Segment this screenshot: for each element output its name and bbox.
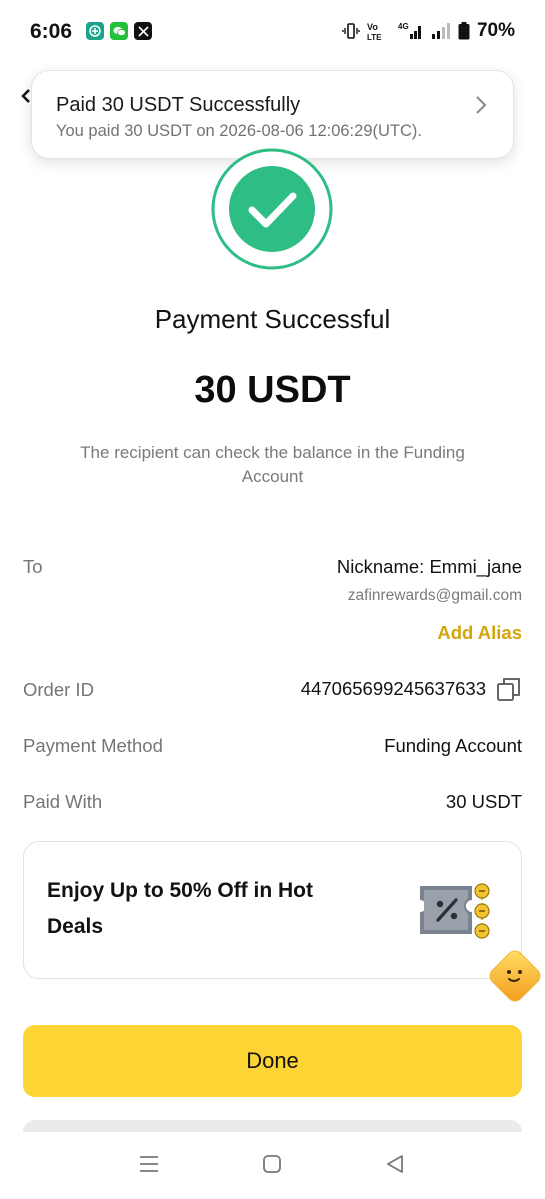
promo-text: Enjoy Up to 50% Off in Hot Deals	[47, 879, 313, 938]
signal-icon	[431, 23, 450, 39]
payment-status-title: Payment Successful	[154, 304, 391, 334]
recipient-email: zafinrewards@gmail.com	[347, 587, 522, 604]
order-id-value: 447065699245637633	[300, 678, 486, 699]
recipient-nickname: Nickname: Emmi_jane	[336, 556, 522, 577]
add-alias-link[interactable]: Add Alias	[437, 622, 522, 644]
home-icon[interactable]	[262, 1154, 282, 1179]
svg-text:Vo: Vo	[367, 22, 378, 32]
plus-app-icon	[86, 22, 104, 40]
done-button[interactable]: Done	[23, 1025, 522, 1097]
chevron-right-icon	[475, 95, 487, 120]
payment-method-label: Payment Method	[23, 735, 163, 756]
battery-icon	[458, 22, 470, 40]
battery-percent: 70%	[476, 20, 515, 41]
paid-with-value: 30 USDT	[445, 791, 522, 812]
recipient-note: The recipient can check the balance in t…	[80, 443, 465, 486]
toast-title: Paid 30 USDT Successfully	[56, 94, 301, 116]
order-id-row: 447065699245637633	[301, 676, 522, 702]
svg-text:4G: 4G	[398, 22, 409, 31]
discount-coupon-icon	[416, 880, 496, 947]
success-check-icon	[211, 148, 333, 270]
status-time: 6:06	[30, 20, 73, 43]
hot-deals-promo-card[interactable]: Enjoy Up to 50% Off in Hot Deals	[23, 841, 522, 979]
volte-icon: VoLTE	[367, 22, 382, 41]
paid-with-label: Paid With	[23, 791, 103, 812]
order-id-label: Order ID	[23, 679, 94, 700]
svg-text:LTE: LTE	[367, 33, 382, 41]
status-indicators: Vo LTE 4G 70%	[342, 20, 515, 42]
copy-icon[interactable]	[496, 676, 522, 702]
status-bar: 6:06 Vo LTE 4G 70%	[0, 0, 545, 64]
to-label: To	[23, 556, 43, 577]
x-icon	[134, 22, 152, 40]
payment-amount: 30 USDT	[194, 369, 351, 411]
toast-subtitle: You paid 30 USDT on 2026-08-06 12:06:29(…	[56, 122, 422, 140]
system-navigation-bar	[0, 1132, 545, 1199]
signal-4g-icon: 4G	[398, 22, 421, 39]
vibrate-icon	[342, 23, 360, 39]
notification-app-icons	[86, 22, 152, 40]
recent-apps-icon[interactable]	[138, 1154, 160, 1179]
wechat-icon	[110, 22, 128, 40]
payment-method-value: Funding Account	[384, 735, 522, 756]
floating-assistant-mascot-icon[interactable]	[484, 945, 545, 1012]
back-icon[interactable]	[385, 1154, 405, 1179]
payment-notification-toast[interactable]: Paid 30 USDT Successfully You paid 30 US…	[31, 70, 514, 159]
